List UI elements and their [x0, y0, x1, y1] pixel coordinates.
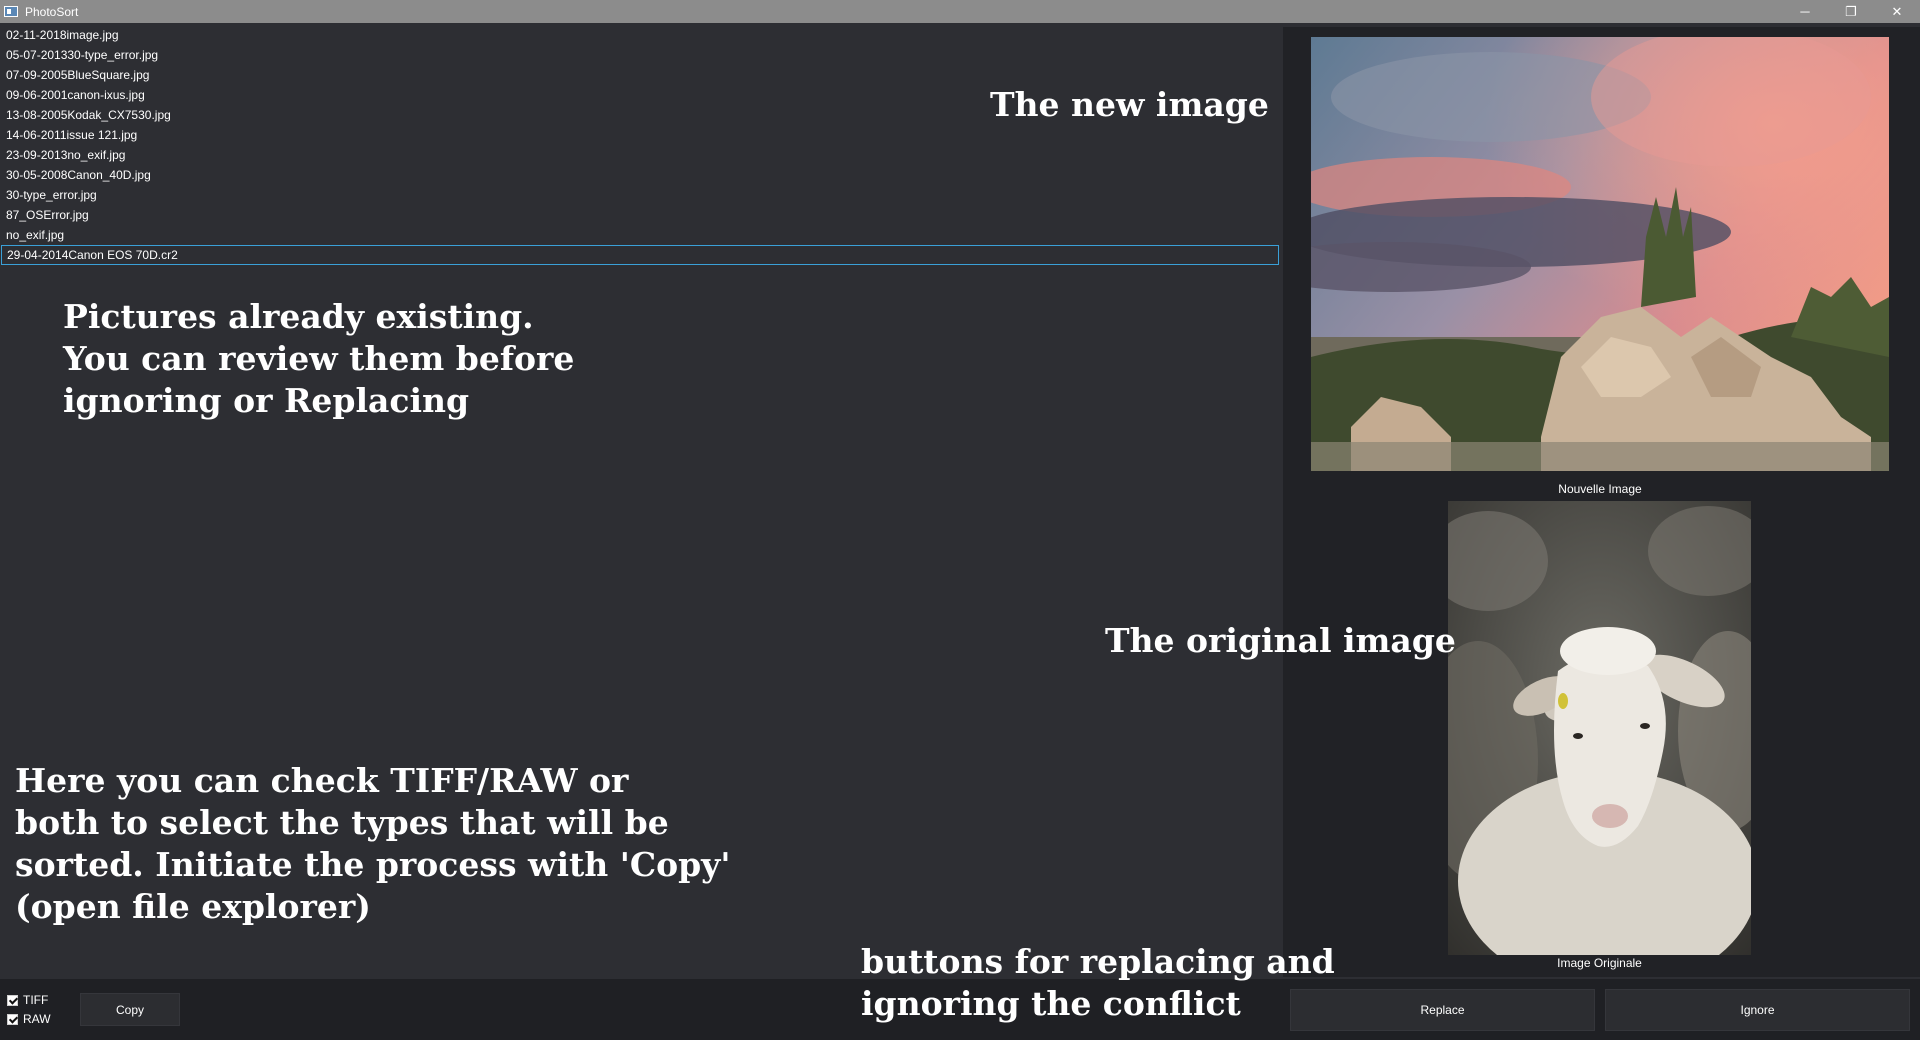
replace-button[interactable]: Replace	[1290, 989, 1595, 1031]
app-icon	[4, 6, 18, 17]
original-image-caption: Image Originale	[1557, 956, 1642, 970]
tiff-checkbox[interactable]: TIFF	[7, 993, 48, 1007]
raw-checkbox[interactable]: RAW	[7, 1012, 51, 1026]
sheep-photo	[1448, 501, 1751, 955]
list-item-selected[interactable]: 29-04-2014Canon EOS 70D.cr2	[1, 245, 1279, 265]
copy-button[interactable]: Copy	[80, 993, 180, 1026]
close-button[interactable]: ✕	[1874, 0, 1920, 23]
raw-label: RAW	[23, 1012, 51, 1026]
ignore-button[interactable]: Ignore	[1605, 989, 1910, 1031]
list-item[interactable]: 05-07-201330-type_error.jpg	[0, 45, 1280, 65]
title-bar: PhotoSort ─ ❐ ✕	[0, 0, 1920, 23]
list-item[interactable]: 30-type_error.jpg	[0, 185, 1280, 205]
checkbox-checked-icon[interactable]	[7, 1013, 18, 1025]
annotation-types-help: Here you can check TIFF/RAW or both to s…	[15, 761, 731, 926]
annotation-new-image: The new image	[990, 85, 1269, 124]
list-item[interactable]: 30-05-2008Canon_40D.jpg	[0, 165, 1280, 185]
landscape-photo	[1311, 37, 1889, 471]
checkbox-checked-icon[interactable]	[7, 994, 18, 1006]
minimize-button[interactable]: ─	[1782, 0, 1828, 23]
original-image-preview	[1448, 501, 1751, 955]
new-image-caption: Nouvelle Image	[1558, 482, 1642, 496]
window-title: PhotoSort	[25, 4, 79, 19]
restore-button[interactable]: ❐	[1828, 0, 1874, 23]
annotation-existing-pictures: Pictures already existing. You can revie…	[63, 297, 575, 420]
annotation-buttons-help: buttons for replacing and ignoring the c…	[861, 942, 1335, 1023]
list-item[interactable]: no_exif.jpg	[0, 225, 1280, 245]
list-item[interactable]: 87_OSError.jpg	[0, 205, 1280, 225]
list-item[interactable]: 23-09-2013no_exif.jpg	[0, 145, 1280, 165]
tiff-label: TIFF	[23, 993, 49, 1007]
list-item[interactable]: 07-09-2005BlueSquare.jpg	[0, 65, 1280, 85]
new-image-preview	[1311, 37, 1889, 471]
list-item[interactable]: 02-11-2018image.jpg	[0, 25, 1280, 45]
list-item[interactable]: 14-06-2011issue 121.jpg	[0, 125, 1280, 145]
annotation-original-image: The original image	[1105, 621, 1456, 660]
conflict-file-list: 02-11-2018image.jpg 05-07-201330-type_er…	[0, 25, 1280, 265]
window-controls: ─ ❐ ✕	[1782, 0, 1920, 23]
